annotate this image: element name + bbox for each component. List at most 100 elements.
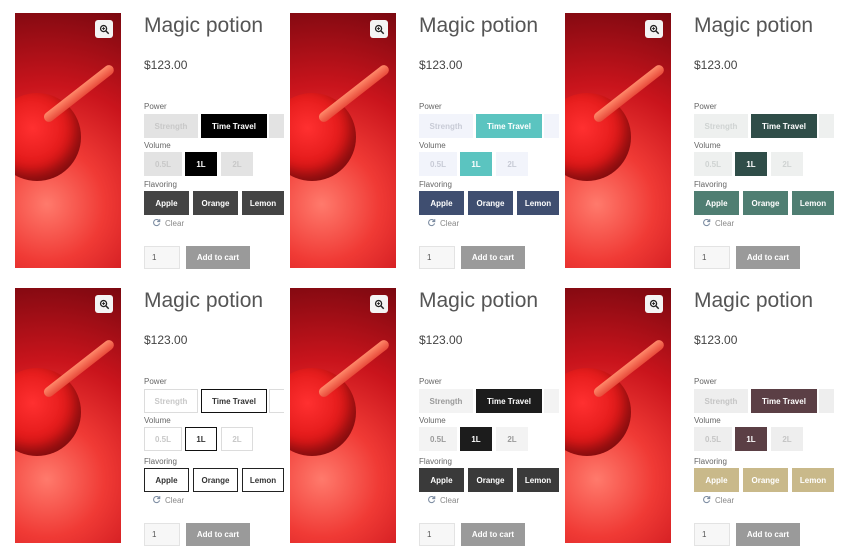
flavor-option[interactable]: Apple — [144, 191, 189, 215]
volume-label: Volume — [694, 416, 721, 425]
add-to-cart-button[interactable]: Add to cart — [736, 523, 800, 546]
product-price: $123.00 — [694, 58, 738, 72]
product-card: Magic potion $123.00 Power Strength Time Tra… — [0, 0, 284, 275]
volume-option[interactable]: 1L — [185, 427, 217, 451]
volume-option[interactable]: 0.5L — [419, 427, 457, 451]
refresh-icon — [427, 495, 436, 506]
power-option[interactable]: Strength — [144, 114, 198, 138]
flavor-option[interactable]: Apple — [419, 191, 464, 215]
flavor-option[interactable]: Orange — [193, 191, 238, 215]
power-option[interactable]: Strength — [419, 114, 473, 138]
flavor-option[interactable]: Orange — [743, 468, 788, 492]
potion-spoon — [41, 63, 116, 124]
power-option[interactable]: Time Travel — [201, 389, 267, 413]
power-label: Power — [694, 377, 717, 386]
volume-option[interactable]: 2L — [771, 427, 803, 451]
quantity-input[interactable]: 1 — [419, 246, 455, 269]
product-title: Magic potion — [144, 14, 264, 37]
clear-link[interactable]: Clear — [152, 218, 184, 229]
volume-options: 0.5L 1L 2L — [419, 427, 559, 451]
power-option[interactable]: Time Travel — [476, 389, 542, 413]
potion-bowl — [565, 93, 631, 181]
volume-option[interactable]: 0.5L — [419, 152, 457, 176]
flavoring-options: Apple Orange Lemon — [694, 191, 834, 215]
product-price: $123.00 — [419, 58, 463, 72]
add-to-cart-button[interactable]: Add to cart — [461, 523, 525, 546]
flavor-option[interactable]: Orange — [193, 468, 238, 492]
quantity-input[interactable]: 1 — [144, 523, 180, 546]
zoom-in-icon[interactable] — [370, 20, 388, 38]
volume-option[interactable]: 1L — [460, 427, 492, 451]
quantity-input[interactable]: 1 — [419, 523, 455, 546]
clear-link[interactable]: Clear — [427, 495, 459, 506]
clear-label: Clear — [715, 496, 735, 505]
power-option-overflow[interactable] — [819, 389, 834, 413]
clear-link[interactable]: Clear — [427, 218, 459, 229]
volume-option[interactable]: 0.5L — [694, 427, 732, 451]
power-option[interactable]: Strength — [419, 389, 473, 413]
flavor-option[interactable]: Lemon — [792, 191, 834, 215]
zoom-in-icon[interactable] — [645, 295, 663, 313]
volume-option[interactable]: 2L — [496, 427, 528, 451]
product-image[interactable] — [565, 288, 671, 543]
add-to-cart-button[interactable]: Add to cart — [186, 523, 250, 546]
power-option[interactable]: Strength — [694, 389, 748, 413]
power-option[interactable]: Strength — [694, 114, 748, 138]
clear-label: Clear — [165, 219, 185, 228]
volume-option[interactable]: 2L — [221, 152, 253, 176]
clear-link[interactable]: Clear — [702, 218, 734, 229]
product-image[interactable] — [565, 13, 671, 268]
power-options: Strength Time Travel — [694, 389, 834, 413]
add-to-cart-button[interactable]: Add to cart — [736, 246, 800, 269]
volume-option[interactable]: 1L — [735, 152, 767, 176]
zoom-in-icon[interactable] — [370, 295, 388, 313]
flavor-option[interactable]: Orange — [468, 191, 513, 215]
volume-options: 0.5L 1L 2L — [144, 152, 284, 176]
potion-spoon — [591, 338, 666, 399]
volume-option[interactable]: 1L — [735, 427, 767, 451]
power-option[interactable]: Time Travel — [201, 114, 267, 138]
volume-option[interactable]: 1L — [460, 152, 492, 176]
product-image[interactable] — [15, 13, 121, 268]
quantity-input[interactable]: 1 — [694, 523, 730, 546]
product-image[interactable] — [290, 288, 396, 543]
flavor-option[interactable]: Apple — [694, 468, 739, 492]
product-title: Magic potion — [144, 289, 264, 312]
volume-option[interactable]: 2L — [771, 152, 803, 176]
potion-bowl — [565, 368, 631, 456]
flavoring-options: Apple Orange Lemon — [419, 468, 559, 492]
flavoring-label: Flavoring — [694, 180, 727, 189]
volume-option[interactable]: 1L — [185, 152, 217, 176]
flavor-option[interactable]: Apple — [144, 468, 189, 492]
refresh-icon — [152, 495, 161, 506]
power-option[interactable]: Time Travel — [751, 389, 817, 413]
add-to-cart-button[interactable]: Add to cart — [461, 246, 525, 269]
product-image[interactable] — [15, 288, 121, 543]
volume-option[interactable]: 2L — [496, 152, 528, 176]
clear-link[interactable]: Clear — [702, 495, 734, 506]
flavor-option[interactable]: Apple — [419, 468, 464, 492]
zoom-in-icon[interactable] — [95, 295, 113, 313]
flavor-option[interactable]: Apple — [694, 191, 739, 215]
potion-bowl — [15, 368, 81, 456]
flavor-option[interactable]: Orange — [468, 468, 513, 492]
power-option[interactable]: Time Travel — [751, 114, 817, 138]
product-image[interactable] — [290, 13, 396, 268]
power-option[interactable]: Time Travel — [476, 114, 542, 138]
volume-option[interactable]: 0.5L — [144, 427, 182, 451]
quantity-input[interactable]: 1 — [694, 246, 730, 269]
volume-option[interactable]: 2L — [221, 427, 253, 451]
zoom-in-icon[interactable] — [95, 20, 113, 38]
add-to-cart-button[interactable]: Add to cart — [186, 246, 250, 269]
power-option[interactable]: Strength — [144, 389, 198, 413]
quantity-input[interactable]: 1 — [144, 246, 180, 269]
power-option-overflow[interactable] — [819, 114, 834, 138]
volume-option[interactable]: 0.5L — [144, 152, 182, 176]
clear-label: Clear — [165, 496, 185, 505]
volume-option[interactable]: 0.5L — [694, 152, 732, 176]
clear-link[interactable]: Clear — [152, 495, 184, 506]
refresh-icon — [702, 218, 711, 229]
zoom-in-icon[interactable] — [645, 20, 663, 38]
flavor-option[interactable]: Lemon — [792, 468, 834, 492]
flavor-option[interactable]: Orange — [743, 191, 788, 215]
